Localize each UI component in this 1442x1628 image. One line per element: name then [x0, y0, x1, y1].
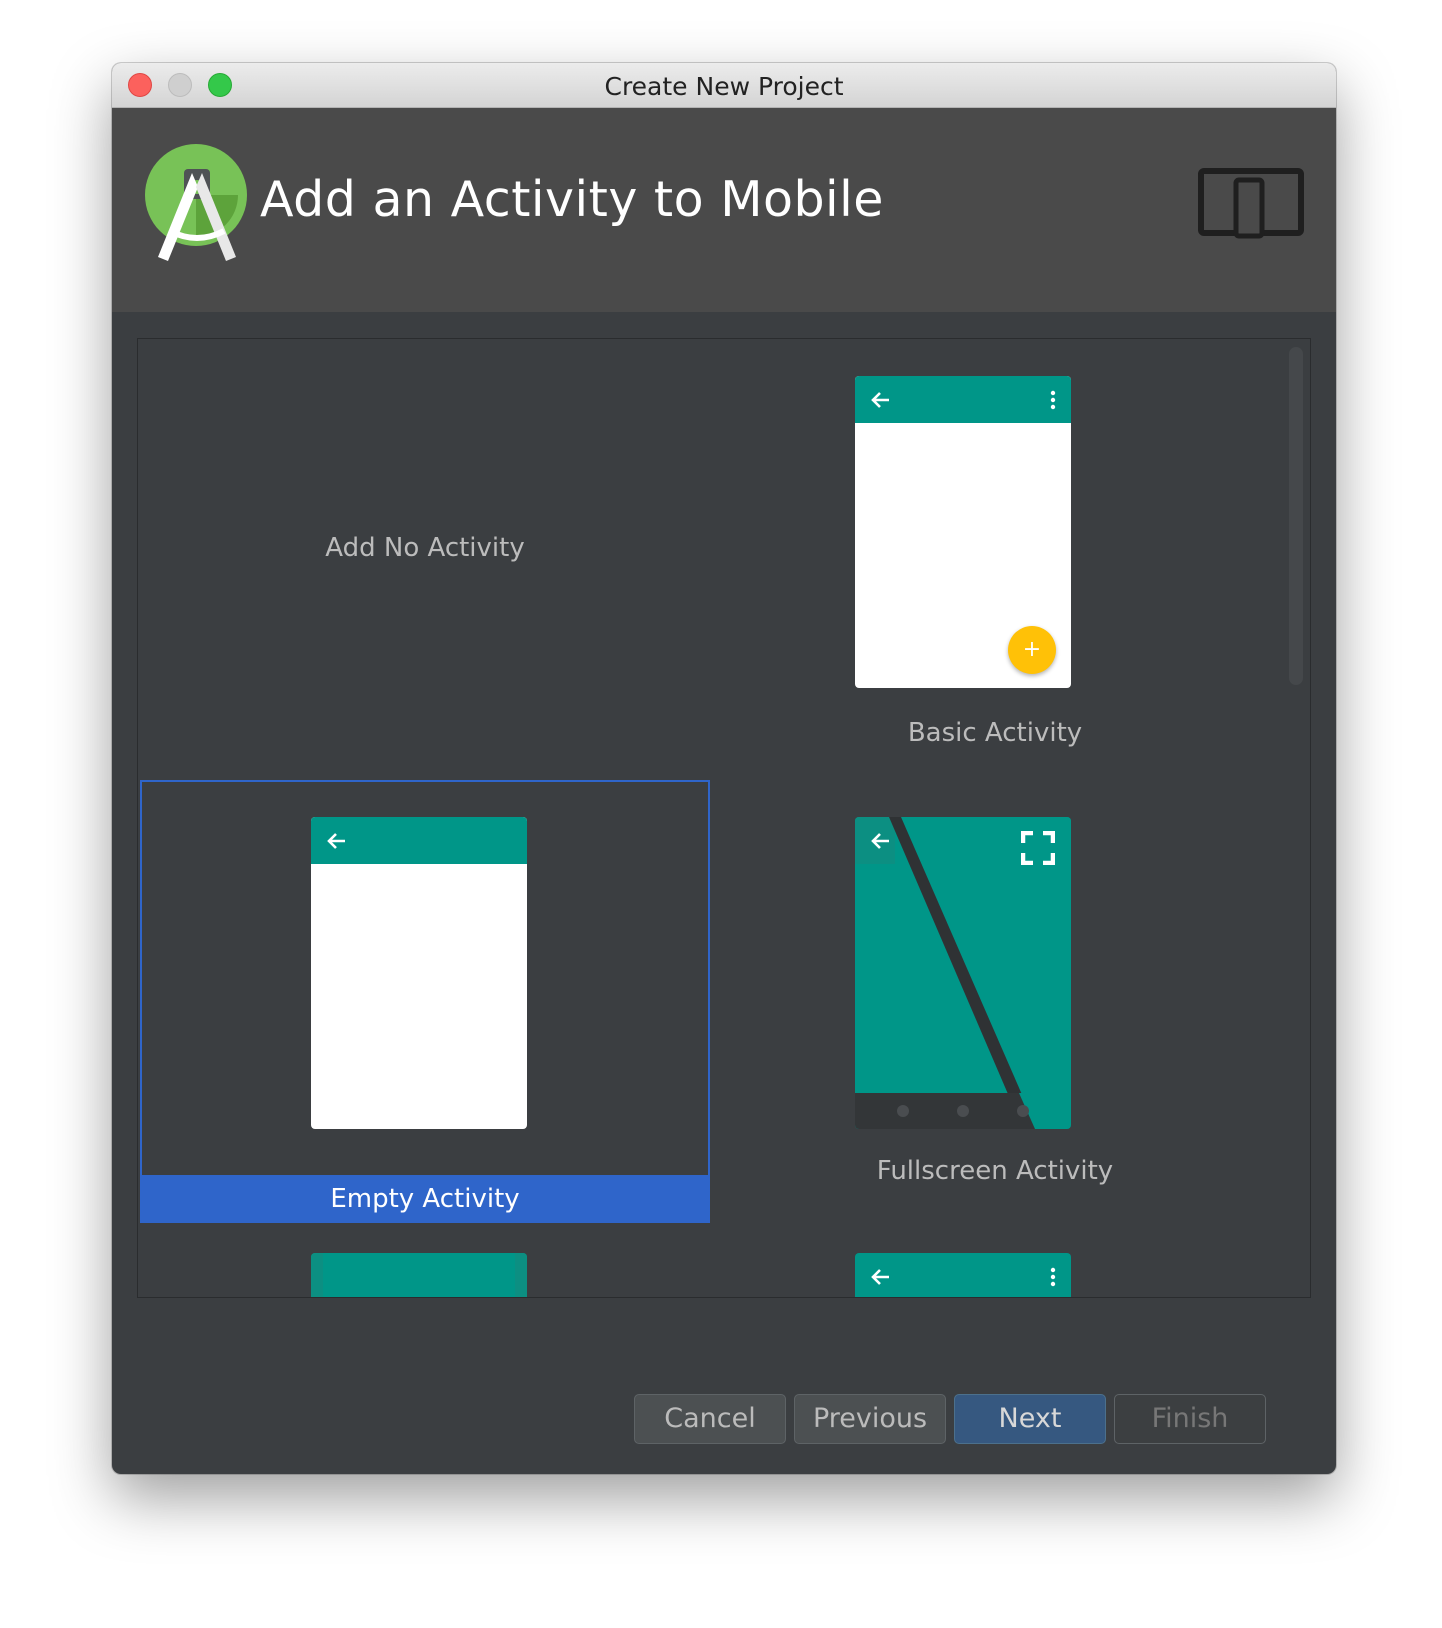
gallery-scrollbar[interactable]: [1289, 347, 1303, 685]
partial-activity-preview[interactable]: [311, 1253, 527, 1297]
tile-add-no-activity[interactable]: Add No Activity: [140, 347, 710, 767]
partial-activity-preview[interactable]: [855, 1253, 1071, 1297]
tile-fullscreen-activity[interactable]: Fullscreen Activity: [710, 780, 1280, 1220]
app-bar: [311, 817, 527, 864]
fullscreen-activity-preview: [855, 817, 1071, 1129]
phone-tablet-icon: [1198, 168, 1304, 239]
back-arrow-icon: [871, 833, 889, 849]
title-bar[interactable]: Create New Project: [112, 63, 1336, 108]
back-arrow-icon: [327, 833, 345, 849]
activity-gallery[interactable]: Add No Activity + Basic Activity Empty A…: [137, 338, 1311, 1298]
basic-activity-preview: +: [855, 376, 1071, 688]
tile-label: Add No Activity: [325, 533, 525, 563]
fullscreen-icon: [1021, 831, 1055, 865]
finish-button[interactable]: Finish: [1114, 1394, 1266, 1444]
window-title: Create New Project: [604, 72, 844, 101]
cancel-button[interactable]: Cancel: [634, 1394, 786, 1444]
page-heading: Add an Activity to Mobile: [260, 171, 884, 228]
back-arrow-icon: [871, 1269, 889, 1285]
next-button[interactable]: Next: [954, 1394, 1106, 1444]
tile-label: Fullscreen Activity: [876, 1156, 1114, 1186]
tile-basic-activity[interactable]: + Basic Activity: [710, 347, 1280, 767]
previous-button[interactable]: Previous: [794, 1394, 946, 1444]
android-studio-logo-icon: [145, 144, 247, 261]
fab-plus-icon: +: [1008, 626, 1056, 674]
app-bar: [855, 376, 1071, 423]
overflow-menu-icon: [1050, 1267, 1056, 1287]
tile-label: Basic Activity: [907, 718, 1083, 748]
empty-activity-preview: [311, 817, 527, 1129]
tile-label-selected: Empty Activity: [140, 1175, 710, 1223]
wizard-header: Add an Activity to Mobile: [112, 108, 1336, 312]
create-project-dialog: Create New Project Add an Activity to Mo…: [112, 63, 1336, 1474]
overflow-menu-icon: [1050, 390, 1056, 410]
back-arrow-icon: [871, 392, 889, 408]
